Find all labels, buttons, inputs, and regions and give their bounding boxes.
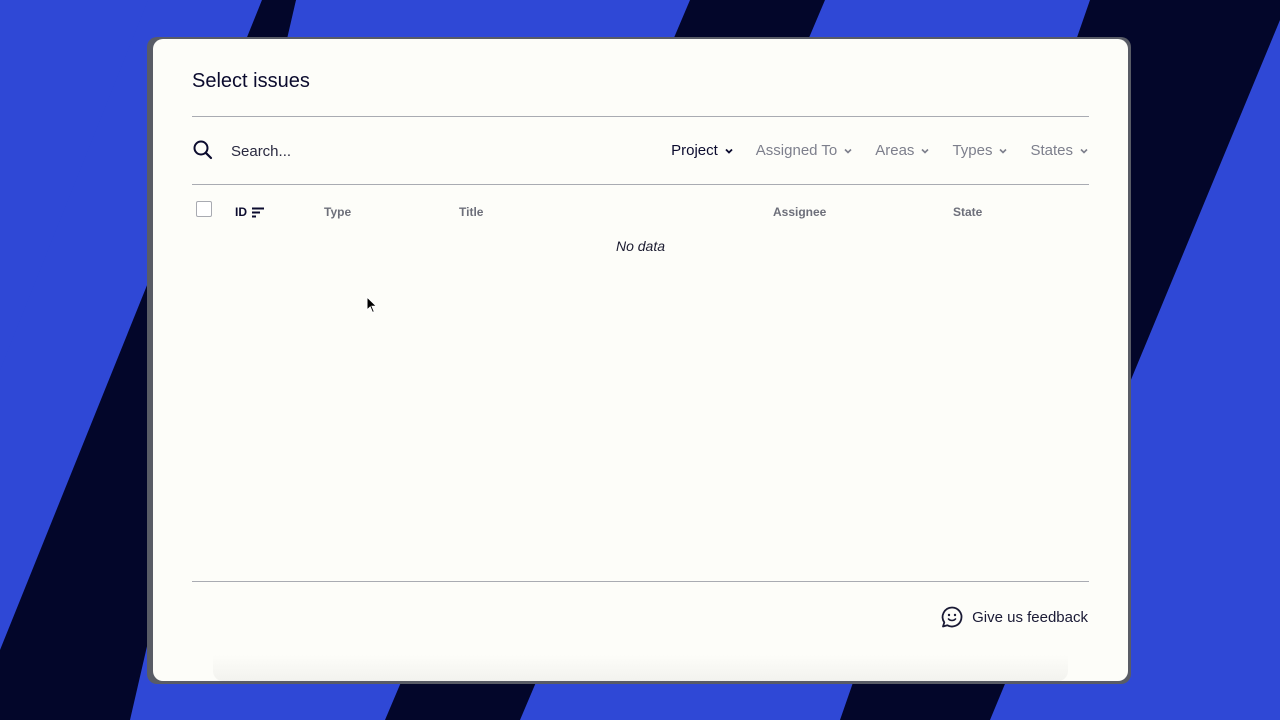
chevron-down-icon bbox=[999, 148, 1008, 154]
feedback-link[interactable]: Give us feedback bbox=[940, 605, 1088, 629]
column-header-title[interactable]: Title bbox=[459, 205, 483, 219]
filter-label: Assigned To bbox=[755, 142, 838, 159]
chevron-down-icon bbox=[844, 148, 852, 154]
select-issues-modal: Select issues Project Assigned To Areas … bbox=[153, 39, 1128, 681]
divider bbox=[192, 581, 1089, 582]
filter-project[interactable]: Project bbox=[671, 142, 734, 159]
empty-state-text: No data bbox=[615, 238, 666, 254]
filter-label: Areas bbox=[875, 142, 915, 159]
filter-bar: Project Assigned To Areas Types States bbox=[671, 142, 1089, 159]
table-header: ID Type Title Assignee State bbox=[192, 201, 1089, 225]
chat-smile-icon bbox=[941, 606, 963, 628]
chevron-down-icon bbox=[725, 148, 733, 154]
chevron-down-icon bbox=[921, 148, 930, 154]
divider bbox=[192, 116, 1089, 117]
divider bbox=[192, 184, 1089, 185]
search-input[interactable] bbox=[227, 139, 535, 163]
chevron-down-icon bbox=[1080, 148, 1088, 154]
filter-label: States bbox=[1030, 142, 1073, 159]
filter-types[interactable]: Types bbox=[952, 142, 1008, 159]
column-header-assignee[interactable]: Assignee bbox=[773, 205, 826, 219]
column-header-id[interactable]: ID bbox=[235, 205, 265, 219]
sort-descending-icon[interactable] bbox=[252, 207, 265, 218]
mouse-cursor-icon bbox=[366, 296, 378, 314]
search-icon bbox=[193, 140, 213, 160]
filter-assigned-to[interactable]: Assigned To bbox=[756, 142, 853, 159]
filter-areas[interactable]: Areas bbox=[875, 142, 930, 159]
column-label: ID bbox=[235, 205, 247, 219]
modal-title: Select issues bbox=[192, 70, 310, 92]
feedback-label: Give us feedback bbox=[972, 608, 1088, 626]
filter-label: Types bbox=[952, 142, 993, 159]
bottom-fade bbox=[213, 655, 1068, 681]
filter-label: Project bbox=[671, 142, 718, 159]
filter-states[interactable]: States bbox=[1030, 142, 1089, 159]
column-header-state[interactable]: State bbox=[953, 205, 982, 219]
column-header-type[interactable]: Type bbox=[324, 205, 351, 219]
select-all-checkbox[interactable] bbox=[196, 201, 212, 217]
